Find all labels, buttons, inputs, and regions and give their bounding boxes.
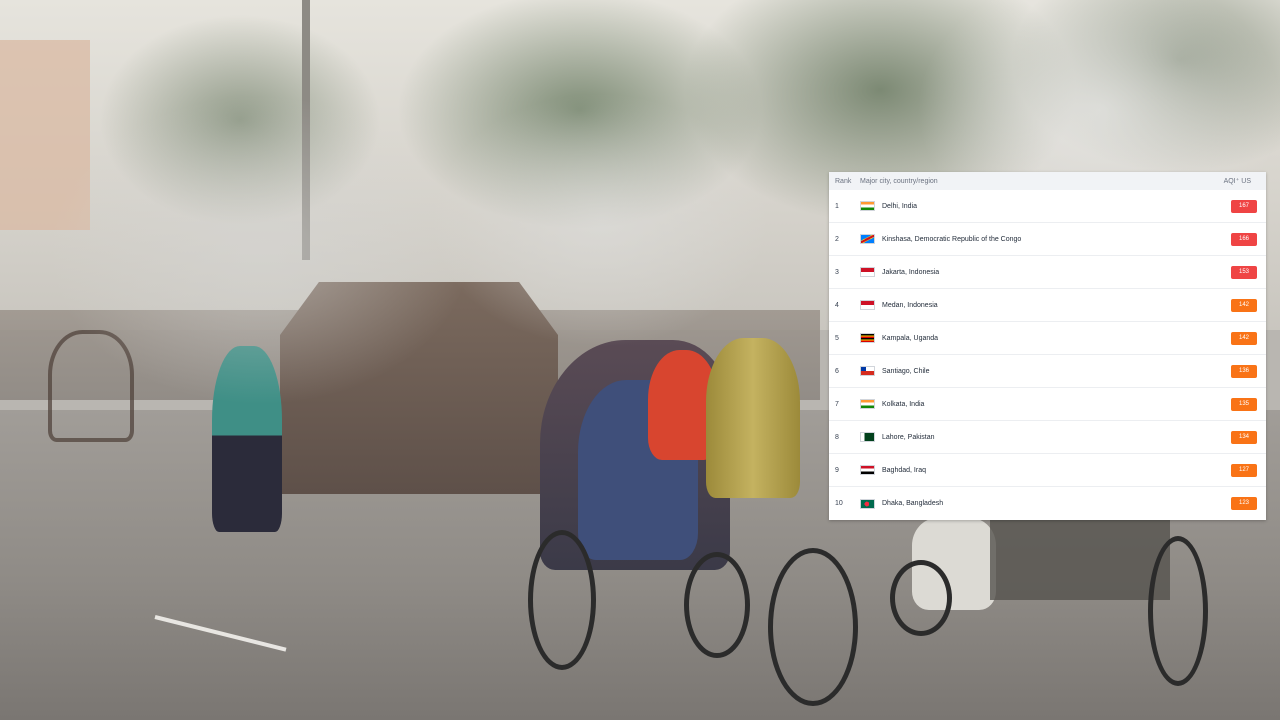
city-name[interactable]: Medan, Indonesia [882, 302, 938, 309]
aqi-cell: 136 [1214, 364, 1266, 378]
table-body: 1 Delhi, India 167 2 Kinshasa, Democratic Re… [829, 190, 1266, 520]
city-name[interactable]: Lahore, Pakistan [882, 434, 935, 441]
city-name[interactable]: Baghdad, Iraq [882, 467, 926, 474]
aqi-cell: 135 [1214, 397, 1266, 411]
rank-cell: 1 [835, 202, 839, 210]
aqi-badge: 166 [1231, 232, 1257, 246]
table-row[interactable]: 9 Baghdad, Iraq 127 [829, 454, 1266, 487]
aqi-badge: 123 [1231, 497, 1257, 510]
aqi-cell: 123 [1214, 497, 1266, 510]
city-cell: Jakarta, Indonesia [860, 267, 1214, 277]
city-cell: Lahore, Pakistan [860, 432, 1214, 442]
indonesia-flag-icon [860, 267, 875, 277]
table-row[interactable]: 10 Dhaka, Bangladesh 123 [829, 487, 1266, 520]
aqi-cell: 166 [1214, 232, 1266, 246]
aqi-cell: 167 [1214, 199, 1266, 213]
rank-cell: 8 [835, 433, 839, 441]
rank-cell: 9 [835, 466, 839, 474]
city-name[interactable]: Dhaka, Bangladesh [882, 500, 943, 507]
city-cell: Santiago, Chile [860, 366, 1214, 376]
table-row[interactable]: 8 Lahore, Pakistan 134 [829, 421, 1266, 454]
city-cell: Dhaka, Bangladesh [860, 498, 1214, 509]
rank-cell: 10 [835, 500, 843, 507]
aqi-badge: 135 [1231, 397, 1257, 411]
iraq-flag-icon [860, 465, 875, 475]
table-row[interactable]: 4 Medan, Indonesia 142 [829, 289, 1266, 322]
rank-cell: 3 [835, 268, 839, 276]
rank-cell: 7 [835, 400, 839, 408]
city-cell: Delhi, India [860, 201, 1214, 211]
rank-cell: 4 [835, 301, 839, 309]
drc-flag-icon [860, 234, 875, 244]
aqi-badge: 167 [1231, 199, 1257, 213]
aqi-badge: 153 [1231, 265, 1257, 279]
indonesia-flag-icon [860, 300, 875, 310]
india-flag-icon [860, 399, 875, 409]
table-row[interactable]: 6 Santiago, Chile 136 [829, 355, 1266, 388]
pakistan-flag-icon [860, 432, 875, 442]
aqi-badge: 142 [1231, 298, 1257, 312]
aqi-badge: 127 [1231, 463, 1257, 477]
uganda-flag-icon [860, 333, 875, 343]
aqi-cell: 127 [1214, 463, 1266, 477]
city-cell: Kampala, Uganda [860, 333, 1214, 343]
city-name[interactable]: Kolkata, India [882, 401, 924, 408]
chile-flag-icon [860, 366, 875, 376]
rank-cell: 2 [835, 235, 839, 243]
city-name[interactable]: Santiago, Chile [882, 368, 929, 375]
table-header: Rank Major city, country/region AQI⁺ US [829, 172, 1266, 190]
city-cell: Baghdad, Iraq [860, 465, 1214, 475]
city-name[interactable]: Delhi, India [882, 203, 917, 210]
city-name[interactable]: Kinshasa, Democratic Republic of the Con… [882, 236, 1021, 243]
bangladesh-flag-icon [860, 498, 875, 509]
aqi-badge: 142 [1231, 331, 1257, 345]
aqi-column-header: AQI⁺ US [1223, 178, 1251, 185]
city-cell: Kolkata, India [860, 399, 1214, 409]
table-row[interactable]: 2 Kinshasa, Democratic Republic of the Co… [829, 223, 1266, 256]
city-name[interactable]: Jakarta, Indonesia [882, 269, 939, 276]
city-name[interactable]: Kampala, Uganda [882, 335, 938, 342]
rank-column-header: Rank [835, 177, 852, 185]
table-row[interactable]: 3 Jakarta, Indonesia 153 [829, 256, 1266, 289]
city-cell: Medan, Indonesia [860, 300, 1214, 310]
city-cell: Kinshasa, Democratic Republic of the Con… [860, 234, 1214, 244]
aqi-ranking-table: Rank Major city, country/region AQI⁺ US … [829, 172, 1266, 520]
rank-cell: 5 [835, 334, 839, 342]
table-row[interactable]: 7 Kolkata, India 135 [829, 388, 1266, 421]
aqi-cell: 142 [1214, 331, 1266, 345]
india-flag-icon [860, 201, 875, 211]
aqi-cell: 134 [1214, 430, 1266, 444]
aqi-cell: 142 [1214, 298, 1266, 312]
city-column-header: Major city, country/region [860, 177, 938, 185]
rank-cell: 6 [835, 367, 839, 375]
aqi-cell: 153 [1214, 265, 1266, 279]
aqi-badge: 134 [1231, 430, 1257, 444]
table-row[interactable]: 1 Delhi, India 167 [829, 190, 1266, 223]
table-row[interactable]: 5 Kampala, Uganda 142 [829, 322, 1266, 355]
aqi-badge: 136 [1231, 364, 1257, 378]
